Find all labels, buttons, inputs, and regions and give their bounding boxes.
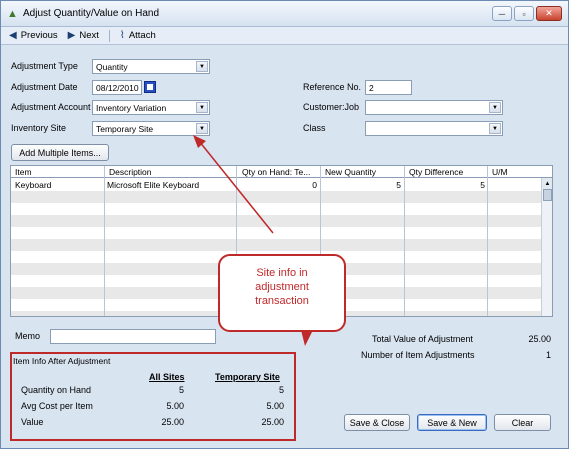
inventory-site-label: Inventory Site — [11, 123, 67, 133]
chevron-down-icon: ▼ — [196, 61, 208, 72]
row-item: Keyboard — [15, 180, 52, 190]
class-label: Class — [303, 123, 326, 133]
class-dropdown[interactable]: ▼ — [365, 121, 503, 136]
col-um-header[interactable]: U/M — [492, 167, 508, 177]
num-adjustments: 1 — [545, 350, 551, 360]
adjustment-account-value: Inventory Variation — [96, 103, 167, 113]
info-row-label: Value — [21, 417, 44, 427]
empty-row[interactable] — [11, 239, 542, 251]
customer-job-dropdown[interactable]: ▼ — [365, 100, 503, 115]
callout-line-2: adjustment — [255, 281, 309, 293]
annotation-callout: Site info in adjustment transaction — [218, 254, 346, 332]
minimize-button[interactable]: ─ — [492, 6, 512, 21]
next-icon: ▶ — [67, 30, 76, 41]
row-new-quantity: 5 — [396, 180, 401, 190]
col-qty-difference-header[interactable]: Qty Difference — [409, 167, 463, 177]
adjustment-account-dropdown[interactable]: Inventory Variation ▼ — [92, 100, 210, 115]
scroll-up-icon[interactable]: ▲ — [542, 178, 552, 189]
reference-label: Reference No. — [303, 82, 362, 92]
previous-button[interactable]: ◀ Previous — [9, 30, 58, 41]
paperclip-icon: ⌇ — [119, 30, 125, 41]
empty-row[interactable] — [11, 227, 542, 239]
temporary-site-header: Temporary Site — [215, 372, 280, 382]
clear-button[interactable]: Clear — [494, 414, 551, 431]
app-icon: ▲ — [7, 8, 18, 20]
next-label: Next — [79, 30, 99, 41]
title-bar: ▲ Adjust Quantity/Value on Hand ─ ▫ ✕ — [1, 1, 568, 27]
arrow-head — [193, 135, 206, 148]
info-row-label: Avg Cost per Item — [21, 401, 93, 411]
info-row-temp: 5.00 — [266, 401, 284, 411]
adjust-quantity-window: ▲ Adjust Quantity/Value on Hand ─ ▫ ✕ ◀ … — [0, 0, 569, 449]
callout-line-3: transaction — [255, 295, 309, 307]
info-row-label: Quantity on Hand — [21, 385, 92, 395]
table-row[interactable]: Keyboard Microsoft Elite Keyboard 0 5 5 — [11, 179, 542, 191]
close-button[interactable]: ✕ — [536, 6, 562, 21]
column-divider — [104, 166, 105, 316]
row-qty-on-hand: 0 — [312, 180, 317, 190]
customer-job-label: Customer:Job — [303, 102, 360, 112]
info-row-all: 5 — [178, 385, 184, 395]
adjustment-date-value: 08/12/2010 — [96, 83, 139, 93]
item-info-title: Item Info After Adjustment — [13, 356, 111, 366]
previous-icon: ◀ — [9, 30, 17, 41]
column-divider — [404, 166, 405, 316]
empty-row[interactable] — [11, 203, 542, 215]
chevron-down-icon: ▼ — [196, 102, 208, 113]
memo-label: Memo — [15, 331, 41, 341]
column-divider — [487, 166, 488, 316]
attach-label: Attach — [128, 30, 156, 41]
num-adjustments-label: Number of Item Adjustments — [361, 350, 475, 360]
empty-row[interactable] — [11, 191, 542, 203]
total-value: 25.00 — [528, 334, 551, 344]
info-row-all: 5.00 — [166, 401, 184, 411]
chevron-down-icon: ▼ — [489, 102, 501, 113]
inventory-site-dropdown[interactable]: Temporary Site ▼ — [92, 121, 210, 136]
reference-value: 2 — [369, 83, 374, 93]
adjustment-date-field[interactable]: 08/12/2010 — [92, 80, 142, 95]
chevron-down-icon: ▼ — [489, 123, 501, 134]
adjustment-type-value: Quantity — [96, 62, 128, 72]
save-close-button[interactable]: Save & Close — [344, 414, 410, 431]
inventory-site-value: Temporary Site — [96, 124, 154, 134]
add-multiple-items-button[interactable]: Add Multiple Items... — [11, 144, 109, 161]
grid-scrollbar[interactable]: ▲ — [541, 178, 552, 316]
callout-line-1: Site info in — [256, 267, 308, 279]
toolbar-separator — [108, 29, 110, 42]
save-new-button[interactable]: Save & New — [417, 414, 487, 431]
col-item-header[interactable]: Item — [15, 167, 32, 177]
adjustment-account-label: Adjustment Account — [11, 102, 91, 112]
adjustment-type-label: Adjustment Type — [11, 61, 78, 71]
all-sites-header: All Sites — [149, 372, 185, 382]
row-qty-difference: 5 — [480, 180, 485, 190]
col-qty-on-hand-header[interactable]: Qty on Hand: Te... — [242, 167, 326, 177]
previous-label: Previous — [20, 30, 58, 41]
scroll-thumb[interactable] — [543, 189, 552, 201]
row-description: Microsoft Elite Keyboard — [107, 180, 200, 190]
toolbar: ◀ Previous ▶ Next ⌇ Attach — [1, 27, 568, 45]
col-description-header[interactable]: Description — [109, 167, 152, 177]
memo-field[interactable] — [50, 329, 216, 344]
restore-button[interactable]: ▫ — [514, 6, 534, 21]
empty-row[interactable] — [11, 215, 542, 227]
info-row-all: 25.00 — [161, 417, 184, 427]
chevron-down-icon: ▼ — [196, 123, 208, 134]
reference-field[interactable]: 2 — [365, 80, 412, 95]
attach-button[interactable]: ⌇ Attach — [120, 30, 156, 41]
window-title: Adjust Quantity/Value on Hand — [23, 8, 160, 19]
info-row-temp: 5 — [278, 385, 284, 395]
adjustment-date-label: Adjustment Date — [11, 82, 78, 92]
grid-header: Item Description Qty on Hand: Te... New … — [11, 166, 552, 178]
total-value-label: Total Value of Adjustment — [372, 334, 473, 344]
col-new-quantity-header[interactable]: New Quantity — [325, 167, 376, 177]
callout-tail — [301, 330, 313, 346]
info-row-temp: 25.00 — [261, 417, 284, 427]
calendar-icon[interactable] — [144, 81, 156, 93]
adjustment-type-dropdown[interactable]: Quantity ▼ — [92, 59, 210, 74]
next-button[interactable]: ▶ Next — [68, 30, 99, 41]
